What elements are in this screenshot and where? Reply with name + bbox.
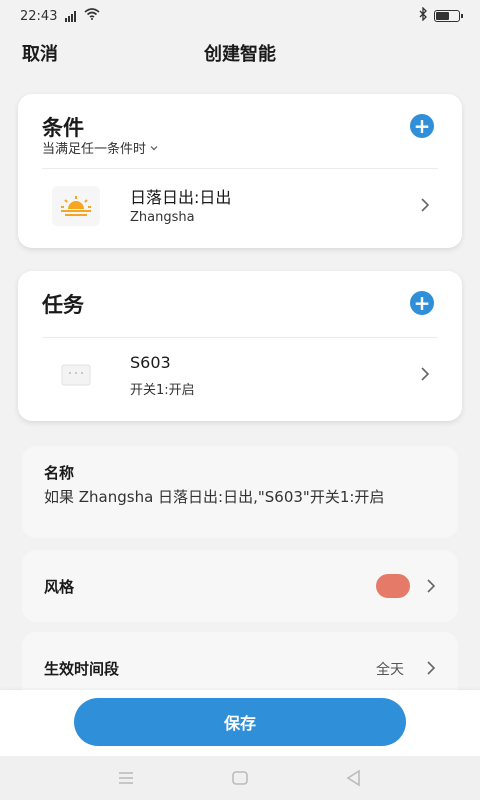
name-card[interactable]: 名称 如果 Zhangsha 日落日出:日出,"S603"开关1:开启 [22, 446, 458, 538]
style-label: 风格 [44, 578, 75, 596]
tasks-title: 任务 [42, 293, 84, 317]
status-bar: 22:43 [0, 0, 480, 32]
chevron-down-icon [150, 140, 158, 155]
status-time: 22:43 [20, 8, 58, 24]
conditions-card: 条件 + 当满足任一条件时 日落日出:日出 Zhangsha [18, 94, 462, 248]
divider [42, 337, 438, 338]
divider [42, 168, 438, 169]
chevron-right-icon [427, 661, 436, 675]
add-condition-button[interactable]: + [410, 114, 434, 138]
home-icon[interactable] [230, 768, 250, 788]
battery-icon [434, 10, 463, 22]
add-task-button[interactable]: + [410, 291, 434, 315]
system-nav-bar [0, 756, 480, 800]
style-row[interactable]: 风格 [22, 550, 458, 622]
condition-item-location: Zhangsha [130, 210, 195, 225]
style-color-swatch [376, 574, 410, 598]
chevron-right-icon [421, 367, 430, 381]
wifi-icon [84, 8, 100, 24]
condition-mode-label: 当满足任一条件时 [42, 142, 147, 157]
save-button[interactable]: 保存 [74, 698, 406, 746]
task-item-title: S603 [130, 353, 171, 372]
chevron-right-icon [421, 198, 430, 212]
header: 取消 创建智能 [0, 32, 480, 70]
effective-period-value: 全天 [376, 662, 404, 678]
task-item[interactable]: S603 开关1:开启 [18, 339, 462, 411]
switch-device-icon [52, 355, 100, 395]
condition-item[interactable]: 日落日出:日出 Zhangsha [18, 170, 462, 242]
name-label: 名称 [44, 464, 75, 482]
tasks-card: 任务 + S603 开关1:开启 [18, 271, 462, 421]
task-item-action: 开关1:开启 [130, 383, 195, 398]
page-title: 创建智能 [204, 44, 276, 65]
condition-mode-dropdown[interactable]: 当满足任一条件时 [42, 138, 158, 157]
sunrise-icon [52, 186, 100, 226]
chevron-right-icon [427, 579, 436, 593]
bluetooth-icon [418, 6, 428, 25]
effective-period-label: 生效时间段 [44, 660, 120, 678]
menu-icon[interactable] [116, 768, 136, 788]
signal-icon [65, 10, 77, 22]
condition-item-title: 日落日出:日出 [130, 188, 232, 207]
name-value: 如果 Zhangsha 日落日出:日出,"S603"开关1:开启 [44, 488, 385, 506]
back-icon[interactable] [344, 768, 364, 788]
